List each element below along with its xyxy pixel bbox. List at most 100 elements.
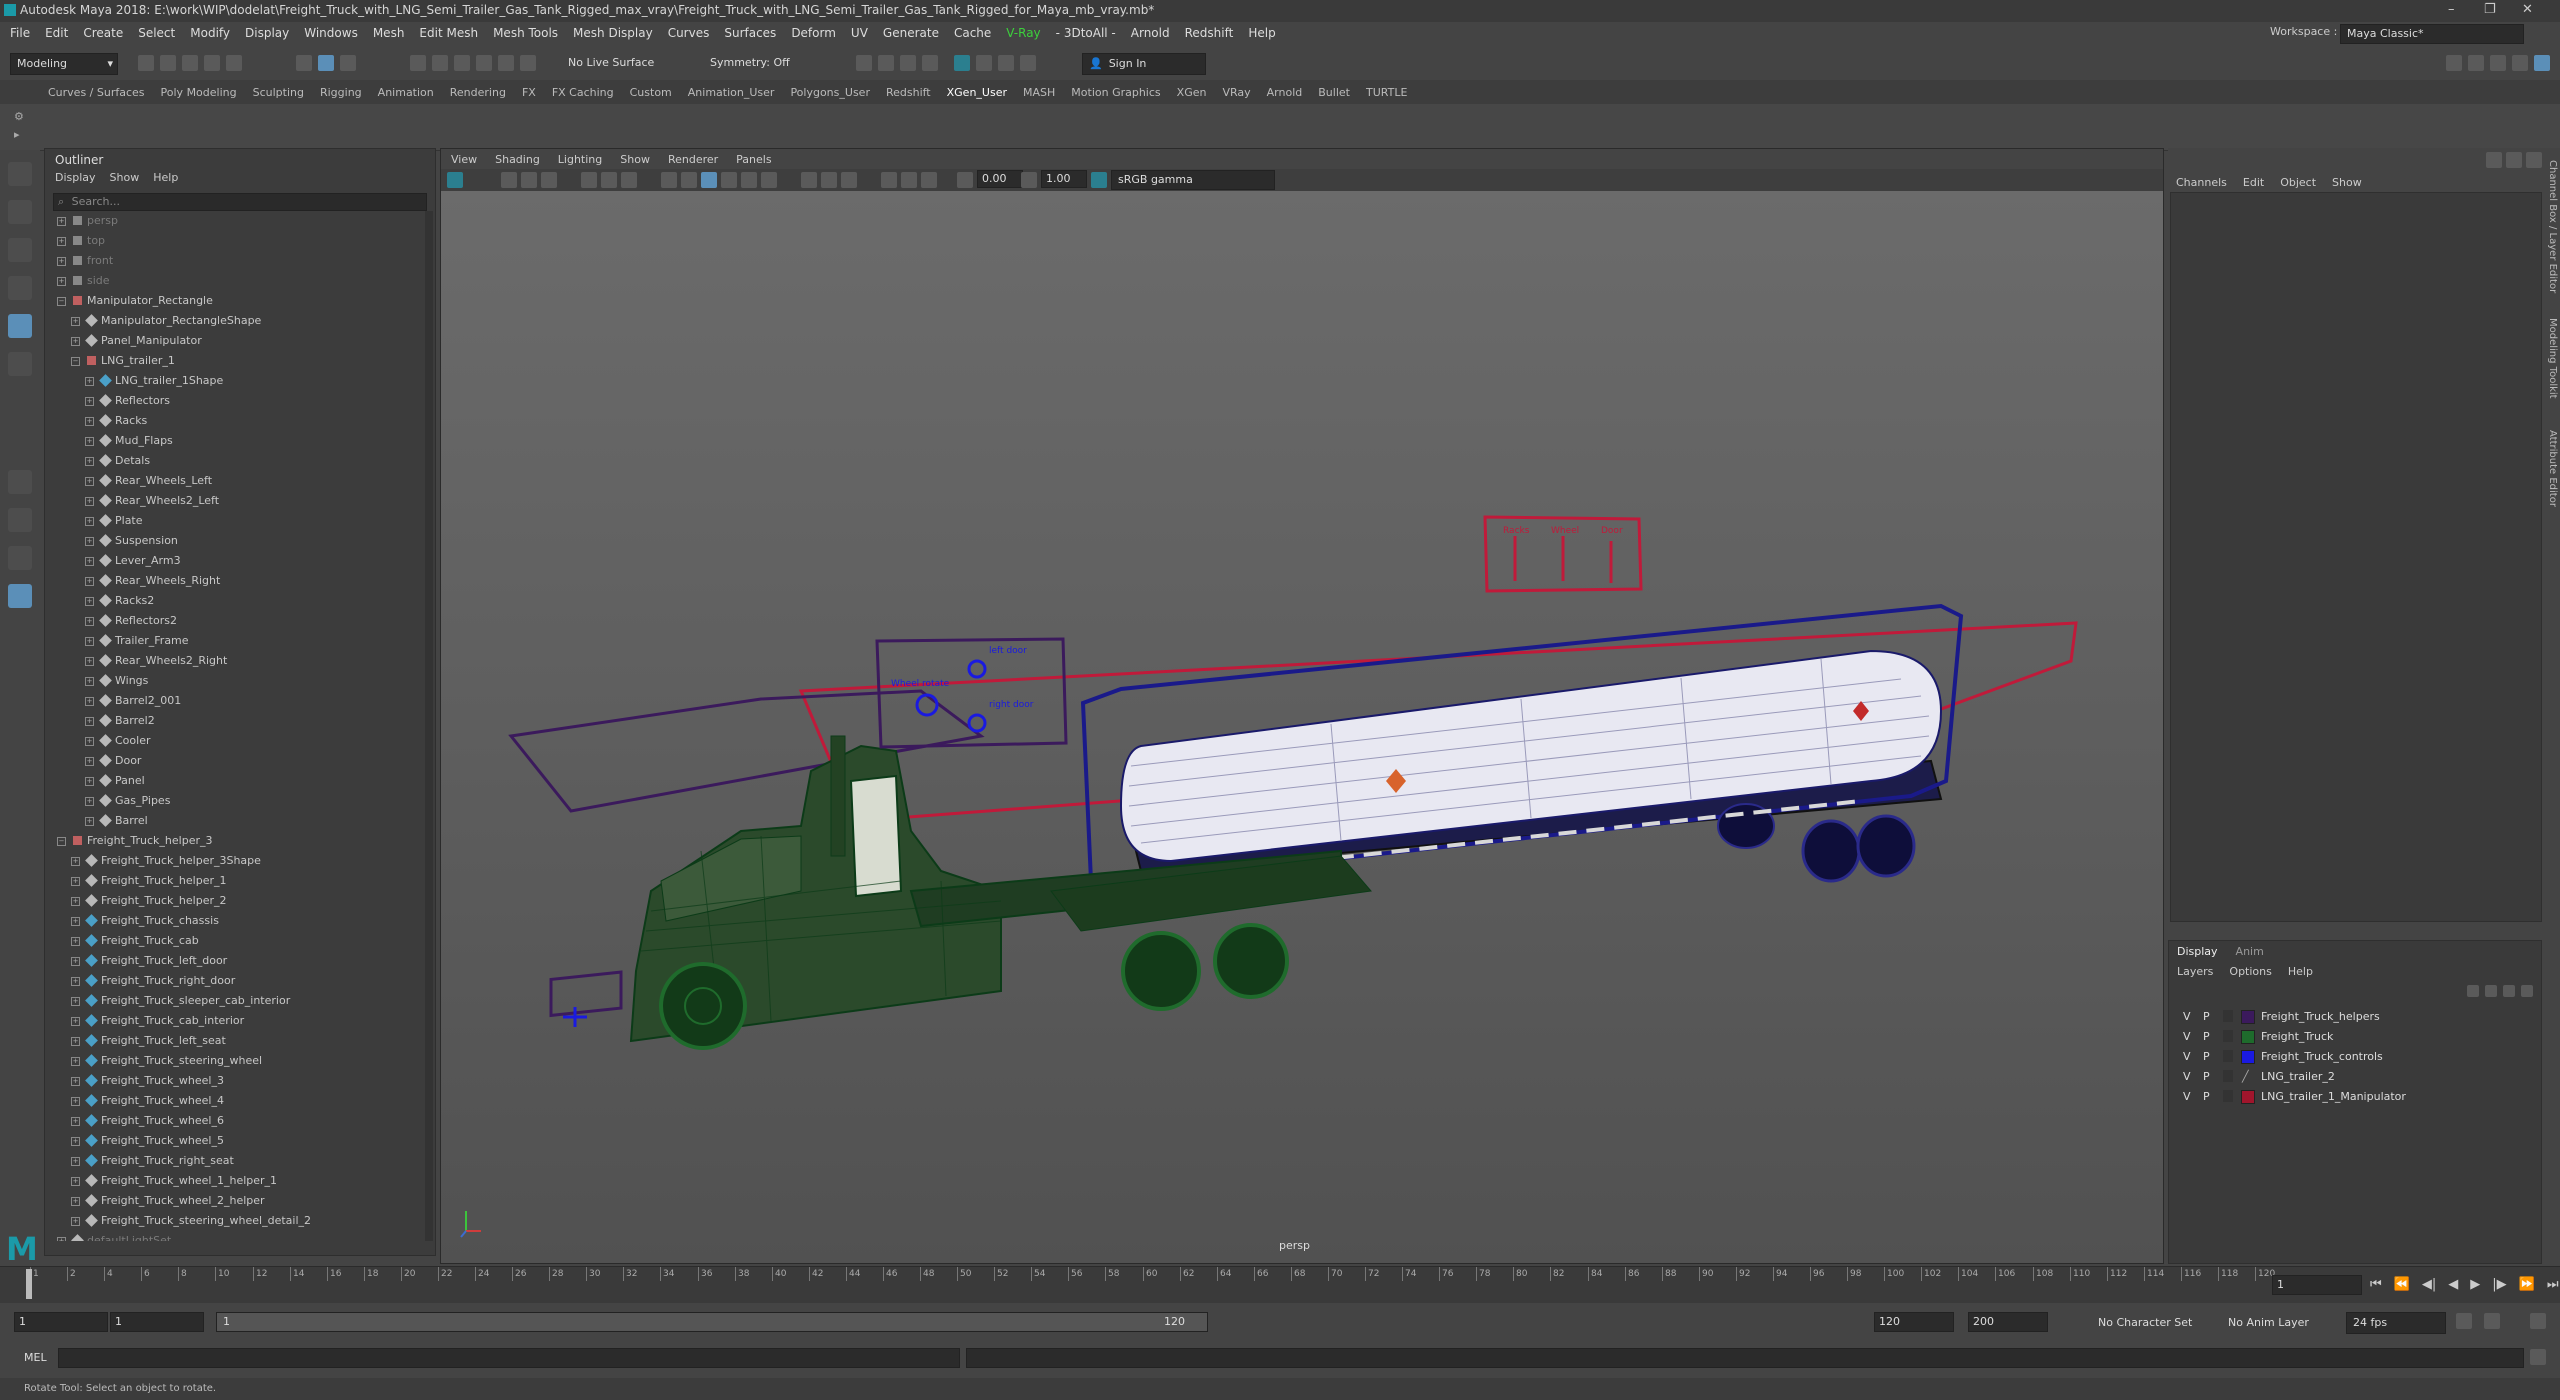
menu-create[interactable]: Create	[83, 26, 123, 40]
scene-end-field[interactable]: 200	[1968, 1312, 2048, 1332]
render-icon[interactable]	[856, 55, 872, 71]
outliner-item[interactable]: + Freight_Truck_wheel_2_helper	[53, 1191, 423, 1211]
menu-curves[interactable]: Curves	[668, 26, 710, 40]
maximize-button[interactable]: ❐	[2484, 2, 2496, 17]
expand-icon[interactable]: +	[71, 1157, 80, 1166]
expand-icon[interactable]: +	[85, 777, 94, 786]
layer-type-toggle[interactable]	[2223, 1070, 2233, 1082]
expand-icon[interactable]: +	[85, 477, 94, 486]
four-view-icon[interactable]	[8, 508, 32, 532]
exposure-field[interactable]: 0.00	[977, 170, 1023, 188]
expand-icon[interactable]: +	[71, 1117, 80, 1126]
shelf-tab-curves-surfaces[interactable]: Curves / Surfaces	[48, 86, 145, 99]
menu-mesh-tools[interactable]: Mesh Tools	[493, 26, 558, 40]
viewport-menu-panels[interactable]: Panels	[736, 153, 771, 166]
expand-icon[interactable]: +	[57, 217, 66, 226]
shelf-tab-fx[interactable]: FX	[522, 86, 536, 99]
layer-visibility-toggle[interactable]: V	[2183, 1030, 2191, 1043]
go-to-end-icon[interactable]: ⏭	[2547, 1277, 2559, 1292]
viewport-canvas[interactable]: Wheel rotate left door right door Racks …	[441, 191, 2163, 1263]
lasso-tool-icon[interactable]	[8, 200, 32, 224]
layer-color-swatch[interactable]	[2241, 1030, 2255, 1044]
motion-blur-icon[interactable]	[901, 172, 917, 188]
outliner-item[interactable]: + Gas_Pipes	[53, 791, 423, 811]
expand-icon[interactable]: +	[85, 517, 94, 526]
outliner-item[interactable]: + Freight_Truck_steering_wheel	[53, 1051, 423, 1071]
textured-icon[interactable]	[721, 172, 737, 188]
layer-menu-help[interactable]: Help	[2288, 965, 2313, 978]
outliner-item[interactable]: + Lever_Arm3	[53, 551, 423, 571]
ambient-occlusion-icon[interactable]	[881, 172, 897, 188]
menu-mesh[interactable]: Mesh	[373, 26, 405, 40]
select-object-icon[interactable]	[318, 55, 334, 71]
expand-icon[interactable]: +	[71, 957, 80, 966]
outliner-toggle-icon[interactable]	[2512, 55, 2528, 71]
expand-icon[interactable]: +	[57, 257, 66, 266]
expand-icon[interactable]: +	[85, 737, 94, 746]
viewport-menu-show[interactable]: Show	[620, 153, 650, 166]
outliner-item[interactable]: + Panel_Manipulator	[53, 331, 423, 351]
fps-dropdown[interactable]: 24 fps	[2346, 1312, 2446, 1334]
open-scene-icon[interactable]	[160, 55, 176, 71]
vray-vfb-icon[interactable]	[998, 55, 1014, 71]
select-hierarchy-icon[interactable]	[296, 55, 312, 71]
expand-icon[interactable]: +	[71, 937, 80, 946]
outliner-item[interactable]: + Trailer_Frame	[53, 631, 423, 651]
time-slider[interactable]: 1 2 4 6 8 10 12 14 16 18 20 22 24 26 28 30 32 34 36 38 40 42 4…	[0, 1266, 2560, 1303]
viewport-menu-renderer[interactable]: Renderer	[668, 153, 718, 166]
current-frame-field[interactable]: 1	[2272, 1275, 2362, 1295]
outliner-item[interactable]: + Detals	[53, 451, 423, 471]
channel-menu-show[interactable]: Show	[2332, 176, 2362, 189]
layer-tab-display[interactable]: Display	[2177, 945, 2218, 958]
channel-menu-edit[interactable]: Edit	[2243, 176, 2264, 189]
shelf-tab-animation-user[interactable]: Animation_User	[688, 86, 775, 99]
step-forward-frame-icon[interactable]: |▶︎	[2492, 1277, 2506, 1292]
layer-color-swatch[interactable]	[2241, 1050, 2255, 1064]
bookmark-icon[interactable]	[521, 172, 537, 188]
expand-icon[interactable]: +	[85, 797, 94, 806]
expand-icon[interactable]: +	[85, 577, 94, 586]
menu-arnold[interactable]: Arnold	[1131, 26, 1170, 40]
menu-select[interactable]: Select	[138, 26, 175, 40]
outliner-layout-icon[interactable]	[8, 584, 32, 608]
scene-start-field[interactable]: 1	[14, 1312, 108, 1332]
expand-icon[interactable]: +	[85, 377, 94, 386]
move-layer-down-icon[interactable]	[2485, 985, 2497, 997]
layer-visibility-toggle[interactable]: V	[2183, 1070, 2191, 1083]
outliner-menu-display[interactable]: Display	[55, 171, 96, 184]
new-layer-selected-icon[interactable]	[2521, 985, 2533, 997]
layer-color-swatch[interactable]	[2241, 1090, 2255, 1104]
menu-surfaces[interactable]: Surfaces	[724, 26, 776, 40]
expand-icon[interactable]: +	[85, 597, 94, 606]
expand-icon[interactable]: +	[71, 1197, 80, 1206]
menu-generate[interactable]: Generate	[883, 26, 939, 40]
shelf-tab-mash[interactable]: MASH	[1023, 86, 1055, 99]
expand-icon[interactable]: +	[71, 1037, 80, 1046]
expand-icon[interactable]: +	[71, 917, 80, 926]
outliner-item[interactable]: + Freight_Truck_wheel_6	[53, 1111, 423, 1131]
outliner-item[interactable]: + Barrel2_001	[53, 691, 423, 711]
playback-start-field[interactable]: 1	[110, 1312, 204, 1332]
film-gate-icon[interactable]	[601, 172, 617, 188]
shelf-tab-xgen[interactable]: XGen	[1177, 86, 1207, 99]
layer-visibility-toggle[interactable]: V	[2183, 1010, 2191, 1023]
menu-help[interactable]: Help	[1248, 26, 1275, 40]
snap-grid-icon[interactable]	[410, 55, 426, 71]
wheel-rotate-control[interactable]	[915, 693, 939, 717]
layer-visibility-toggle[interactable]: V	[2183, 1050, 2191, 1063]
expand-icon[interactable]: +	[85, 717, 94, 726]
expand-icon[interactable]: +	[85, 497, 94, 506]
layer-color-swatch[interactable]	[2241, 1010, 2255, 1024]
expand-icon[interactable]: +	[85, 677, 94, 686]
outliner-item[interactable]: + Freight_Truck_cab	[53, 931, 423, 951]
outliner-item[interactable]: + Rear_Wheels2_Left	[53, 491, 423, 511]
select-camera-icon[interactable]	[447, 172, 463, 188]
truck-front-wheel[interactable]	[659, 962, 747, 1050]
hypershade-icon[interactable]	[922, 55, 938, 71]
outliner-item[interactable]: + Freight_Truck_wheel_4	[53, 1091, 423, 1111]
exposure-icon[interactable]	[957, 172, 973, 188]
move-tool-icon[interactable]	[8, 276, 32, 300]
layer-type-toggle[interactable]	[2223, 1010, 2233, 1022]
right-door-control[interactable]	[967, 713, 987, 733]
menu-edit-mesh[interactable]: Edit Mesh	[419, 26, 478, 40]
